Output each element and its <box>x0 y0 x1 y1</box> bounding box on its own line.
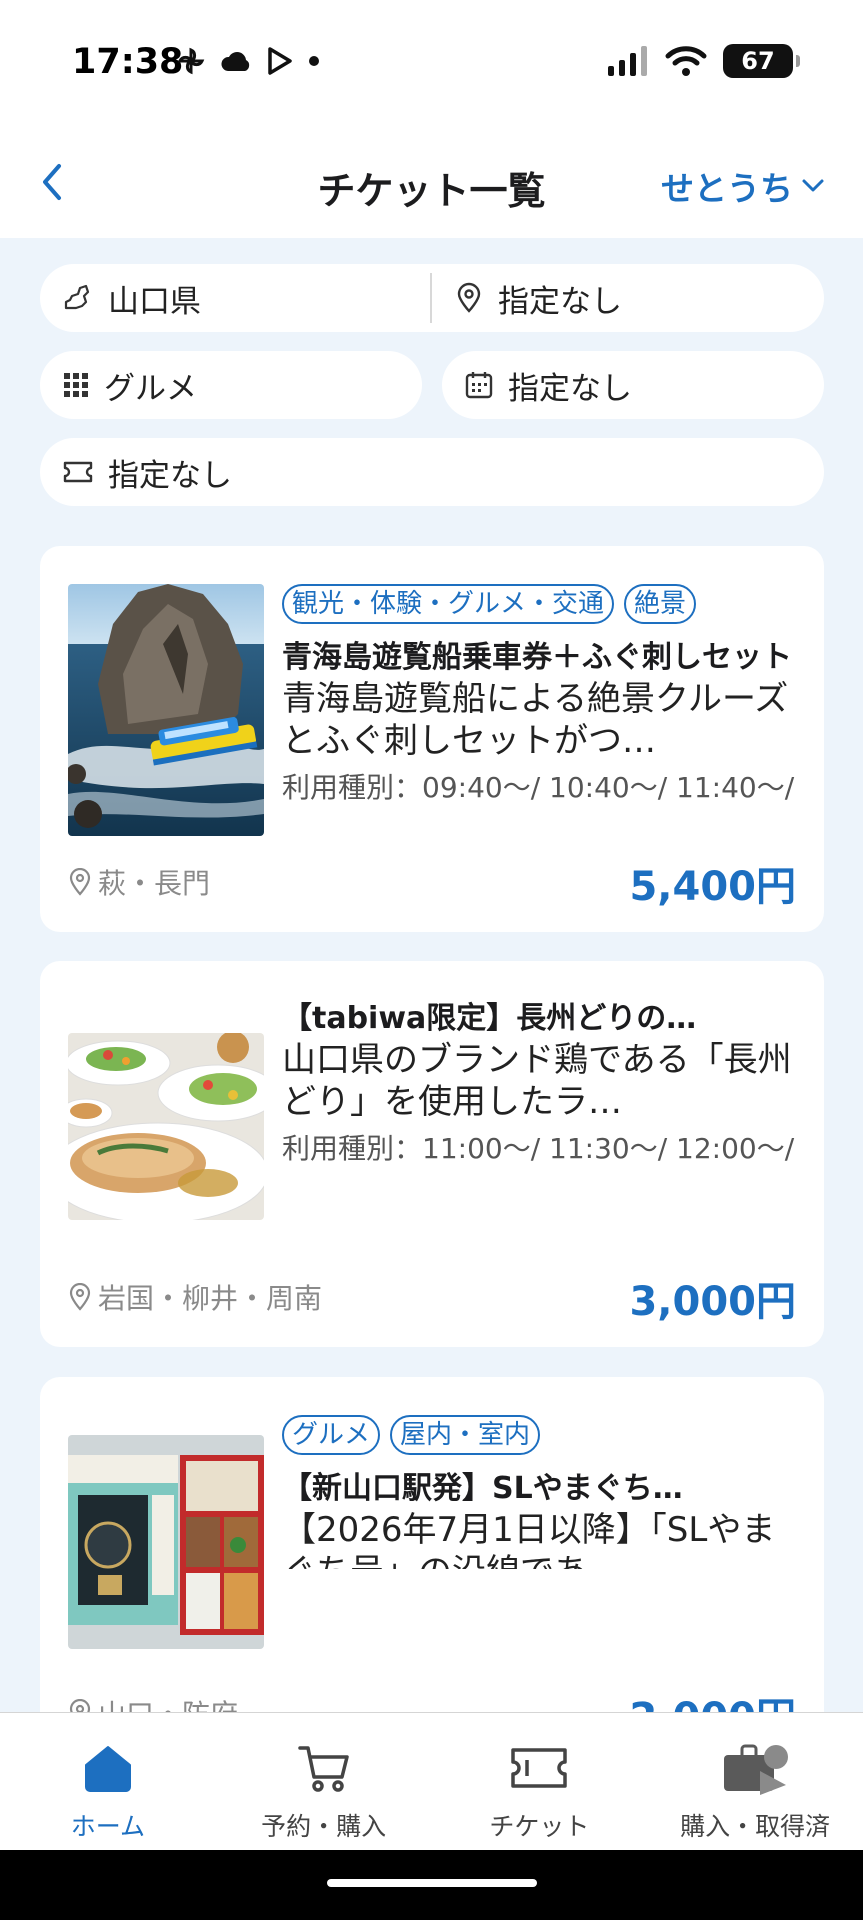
ticket-body: 【tabiwa限定】長州どりの… 山口県のブランド鶏である「長州どり」を使用した… <box>282 999 796 1175</box>
tag-chip[interactable]: 屋内・室内 <box>390 1415 541 1455</box>
home-indicator[interactable] <box>327 1879 537 1887</box>
prefecture-filter[interactable]: 山口県 <box>40 276 430 321</box>
tab-home[interactable]: ホーム <box>0 1713 216 1850</box>
signal-icon <box>608 46 647 76</box>
tab-booking[interactable]: 予約・購入 <box>216 1713 432 1850</box>
prefecture-value: 山口県 <box>108 283 201 320</box>
ticket-title: 【tabiwa限定】長州どりの… <box>282 1001 697 1036</box>
ticket-usage-times: 利用種別：11:00〜/ 11:30〜/ 12:00〜/ 12:30〜/ 13:… <box>282 1132 795 1175</box>
status-notification-icons <box>176 46 320 76</box>
ticket-outline-icon <box>63 461 93 483</box>
ticket-card[interactable]: グルメ 屋内・室内 【新山口駅発】SLやまぐち… 【2026年7月1日以降】「S… <box>40 1377 824 1763</box>
tab-label: ホーム <box>70 1812 145 1841</box>
ticket-price: 3,000円 <box>629 1279 796 1325</box>
tag-chip[interactable]: 絶景 <box>624 584 697 624</box>
pinwheel-icon <box>177 47 205 75</box>
area-value: 指定なし <box>498 283 622 320</box>
grid-icon <box>64 373 88 397</box>
ticket-title: 【新山口駅発】SLやまぐち… <box>282 1471 683 1506</box>
navigation-header: チケット一覧 せとうち <box>0 130 863 238</box>
wifi-icon <box>665 46 707 76</box>
tag-chip[interactable]: グルメ <box>282 1415 381 1455</box>
region-selector[interactable]: せとうち <box>661 162 825 210</box>
status-bar: 17:38 67 <box>0 0 863 130</box>
ticket-location: 岩国・柳井・周南 <box>68 1277 322 1317</box>
ticket-location-text: 岩国・柳井・周南 <box>98 1282 323 1315</box>
prefecture-map-icon <box>64 284 90 310</box>
home-icon <box>84 1746 131 1792</box>
ticket-location: 萩・長門 <box>68 862 210 902</box>
cart-icon <box>297 1746 349 1792</box>
location-pin-icon <box>457 282 481 313</box>
ticket-tags: 観光・体験・グルメ・交通 絶景 <box>282 584 796 624</box>
ticket-image-sl-bento <box>68 1435 264 1649</box>
category-value: グルメ <box>104 370 197 407</box>
ticket-description: 青海島遊覧船による絶景クルーズとふぐ刺しセットがつ… <box>282 679 789 761</box>
ticket-description: 山口県のブランド鶏である「長州どり」を使用したラ… <box>282 1040 792 1122</box>
tab-label: 購入・取得済 <box>680 1812 831 1841</box>
area-filter[interactable]: 指定なし <box>432 276 622 321</box>
tab-purchased[interactable]: 購入・取得済 <box>647 1713 863 1850</box>
location-pin-icon <box>69 1283 91 1311</box>
location-pin-icon <box>69 868 91 896</box>
date-value: 指定なし <box>508 370 632 407</box>
status-time: 17:38 <box>72 42 184 82</box>
dot-icon <box>309 56 319 66</box>
ticket-title: 青海島遊覧船乗車券＋ふぐ刺しセット <box>282 640 792 675</box>
system-home-bar <box>0 1850 863 1920</box>
tab-label: 予約・購入 <box>261 1812 387 1841</box>
ticket-icon <box>511 1748 568 1788</box>
purchased-icon <box>724 1744 789 1795</box>
region-label: せとうち <box>661 169 793 208</box>
ticket-body: グルメ 屋内・室内 【新山口駅発】SLやまぐち… 【2026年7月1日以降】「S… <box>282 1415 796 1569</box>
category-filter[interactable]: グルメ <box>40 351 422 419</box>
tab-ticket[interactable]: チケット <box>432 1713 648 1850</box>
ticket-type-filter[interactable]: 指定なし <box>40 438 824 506</box>
ticket-image-ome-island <box>68 584 264 836</box>
tab-label: チケット <box>489 1812 590 1841</box>
ticket-card[interactable]: 【tabiwa限定】長州どりの… 山口県のブランド鶏である「長州どり」を使用した… <box>40 961 824 1347</box>
ticket-body: 観光・体験・グルメ・交通 絶景 青海島遊覧船乗車券＋ふぐ刺しセット 青海島遊覧船… <box>282 584 796 814</box>
ticket-type-value: 指定なし <box>108 457 232 494</box>
date-filter[interactable]: 指定なし <box>442 351 824 419</box>
ticket-image-chicken-course <box>68 1033 264 1220</box>
cloud-icon <box>221 52 250 71</box>
calendar-icon <box>465 372 493 399</box>
ticket-price: 5,400円 <box>629 864 796 910</box>
status-system-icons: 67 <box>607 44 800 78</box>
location-filter: 山口県 指定なし <box>40 264 824 332</box>
tag-chip[interactable]: 観光・体験・グルメ・交通 <box>282 584 615 624</box>
ticket-usage-times: 利用種別：09:40〜/ 10:40〜/ 11:40〜/ 12:40〜/ 13:… <box>282 771 795 814</box>
battery-indicator: 67 <box>723 44 800 78</box>
play-store-icon <box>268 47 292 75</box>
bottom-tab-bar: ホーム 予約・購入 チケット 購入・取得済 <box>0 1712 863 1850</box>
ticket-tags: グルメ 屋内・室内 <box>282 1415 796 1455</box>
chevron-down-icon <box>802 179 824 192</box>
ticket-description: 【2026年7月1日以降】「SLやまぐち号」の沿線であ… <box>282 1510 776 1569</box>
ticket-location-text: 萩・長門 <box>98 867 211 900</box>
ticket-card[interactable]: 観光・体験・グルメ・交通 絶景 青海島遊覧船乗車券＋ふぐ刺しセット 青海島遊覧船… <box>40 546 824 932</box>
